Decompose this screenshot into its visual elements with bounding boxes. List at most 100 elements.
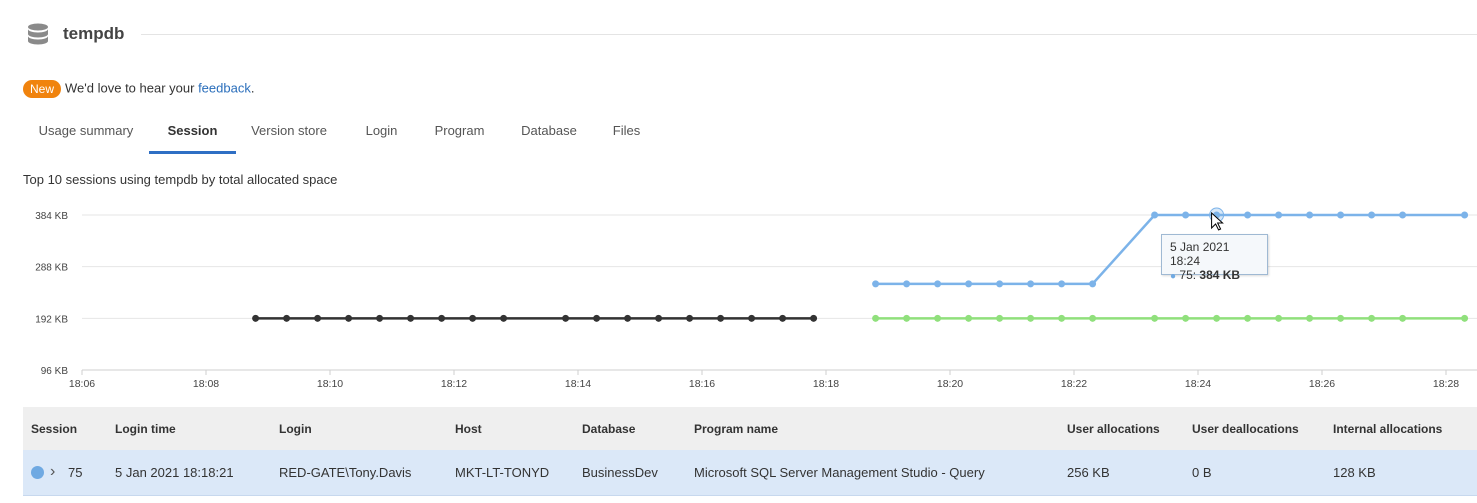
x-tick-label: 18:12 <box>441 378 467 390</box>
cell-user-deallocations: 0 B <box>1192 465 1212 480</box>
col-program-name[interactable]: Program name <box>694 422 778 436</box>
col-user-deallocations[interactable]: User deallocations <box>1192 422 1299 436</box>
data-point <box>283 314 291 322</box>
data-point <box>1368 314 1376 322</box>
data-point <box>593 314 601 322</box>
data-point <box>1058 314 1066 322</box>
new-badge: New <box>23 80 62 98</box>
tooltip-title: 5 Jan 2021 18:24 <box>1170 240 1230 268</box>
data-point <box>779 314 787 322</box>
tooltip-series-dot: ● <box>1170 271 1177 282</box>
tooltip-series: 75: <box>1179 268 1200 282</box>
data-point <box>903 314 911 322</box>
data-point <box>314 314 322 322</box>
data-point <box>1151 314 1159 322</box>
data-point <box>1244 211 1252 219</box>
data-point <box>624 314 632 322</box>
data-point <box>1399 314 1407 322</box>
data-point <box>1027 314 1035 322</box>
col-session[interactable]: Session <box>31 422 77 436</box>
x-tick-label: 18:10 <box>317 378 343 390</box>
data-point <box>717 314 725 322</box>
tab-login[interactable]: Login <box>342 112 421 152</box>
tab-database[interactable]: Database <box>498 112 600 152</box>
data-point <box>1337 211 1345 219</box>
col-host[interactable]: Host <box>455 422 482 436</box>
x-tick-label: 18:20 <box>937 378 963 390</box>
data-point <box>562 314 570 322</box>
x-tick-label: 18:28 <box>1433 378 1459 390</box>
cell-user-allocations: 256 KB <box>1067 465 1110 480</box>
col-database[interactable]: Database <box>582 422 635 436</box>
chart-tooltip: 5 Jan 2021 18:24 ● 75: 384 KB <box>1161 234 1268 282</box>
data-point <box>934 314 942 322</box>
col-user-allocations[interactable]: User allocations <box>1067 422 1160 436</box>
table-row[interactable]: › 75 5 Jan 2021 18:18:21 RED-GATE\Tony.D… <box>23 450 1477 496</box>
feedback-text-end: . <box>250 80 255 96</box>
tab-session[interactable]: Session <box>149 112 236 154</box>
data-point <box>252 314 260 322</box>
col-internal-allocations[interactable]: Internal allocations <box>1333 422 1442 436</box>
feedback-banner: New We'd love to hear your feedback. <box>23 80 254 99</box>
data-point <box>1027 280 1035 288</box>
tab-files[interactable]: Files <box>600 112 653 152</box>
data-point <box>1461 314 1469 322</box>
cell-session: 75 <box>68 465 83 480</box>
tab-program[interactable]: Program <box>421 112 498 152</box>
cell-login-time: 5 Jan 2021 18:18:21 <box>115 465 234 480</box>
data-point <box>500 314 508 322</box>
x-tick-label: 18:08 <box>193 378 219 390</box>
x-tick-label: 18:22 <box>1061 378 1087 390</box>
data-point <box>965 280 973 288</box>
database-icon <box>28 23 48 45</box>
data-point <box>810 314 818 322</box>
x-tick-label: 18:26 <box>1309 378 1335 390</box>
sessions-line-chart: 384 KB 288 KB 192 KB 96 KB18:06 18:08 18:10 18… <box>35 207 1477 390</box>
data-point <box>1461 211 1469 219</box>
data-point <box>1337 314 1345 322</box>
data-point <box>1182 314 1190 322</box>
data-point <box>1275 211 1283 219</box>
cell-program-name: Microsoft SQL Server Management Studio -… <box>694 465 985 480</box>
data-point <box>1151 211 1159 219</box>
col-login[interactable]: Login <box>279 422 312 436</box>
data-point <box>376 314 384 322</box>
x-tick-label: 18:18 <box>813 378 839 390</box>
data-point <box>1399 211 1407 219</box>
series-color-dot <box>31 466 44 479</box>
data-point <box>438 314 446 322</box>
cell-login: RED-GATE\Tony.Davis <box>279 465 412 480</box>
data-point <box>903 280 911 288</box>
cell-host: MKT-LT-TONYD <box>455 465 550 480</box>
data-point <box>345 314 353 322</box>
header-divider <box>141 34 1477 35</box>
data-point <box>1368 211 1376 219</box>
y-tick-label: 288 KB <box>35 263 68 274</box>
data-point <box>996 280 1004 288</box>
data-point <box>996 314 1004 322</box>
tooltip-value: 384 KB <box>1199 268 1241 282</box>
x-tick-label: 18:06 <box>69 378 95 390</box>
x-tick-label: 18:24 <box>1185 378 1211 390</box>
col-login-time[interactable]: Login time <box>115 422 176 436</box>
data-point <box>655 314 663 322</box>
data-point <box>872 314 880 322</box>
tab-usage-summary[interactable]: Usage summary <box>23 112 149 152</box>
data-point <box>872 280 880 288</box>
data-point <box>1306 314 1314 322</box>
data-point <box>686 314 694 322</box>
data-point <box>1306 211 1314 219</box>
data-point <box>1275 314 1283 322</box>
x-tick-label: 18:16 <box>689 378 715 390</box>
tab-version-store[interactable]: Version store <box>236 112 342 152</box>
chevron-right-icon[interactable]: › <box>50 462 55 482</box>
data-point <box>1244 314 1252 322</box>
page-header: tempdb <box>24 20 1477 50</box>
cell-internal-allocations: 128 KB <box>1333 465 1376 480</box>
table-header: Session Login time Login Host Database P… <box>23 407 1477 450</box>
feedback-link[interactable]: feedback <box>198 80 251 95</box>
data-point <box>748 314 756 322</box>
data-point <box>934 280 942 288</box>
data-point <box>965 314 973 322</box>
y-tick-label: 384 KB <box>35 211 68 222</box>
